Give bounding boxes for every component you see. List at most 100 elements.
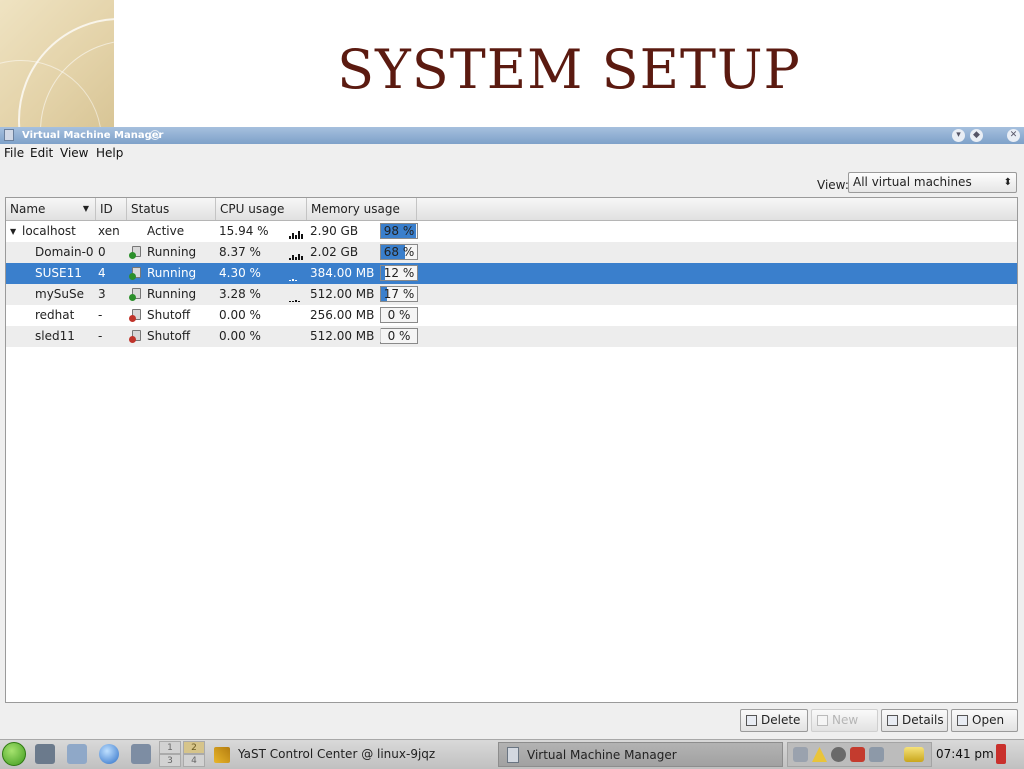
select-arrows-icon: ⬍ (1003, 177, 1012, 188)
memory-bar: 17 % (380, 286, 418, 302)
vm-memory: 512.00 MB (310, 287, 375, 301)
running-status-icon (129, 246, 142, 259)
col-id-header[interactable]: ID (96, 198, 127, 220)
browser-icon[interactable] (99, 744, 119, 764)
slide-decoration (0, 0, 114, 127)
table-row[interactable]: Domain-0 0 Running 8.37 % 2.02 GB 68 % (6, 242, 1017, 263)
memory-bar: 0 % (380, 307, 418, 323)
vm-id: 3 (98, 287, 106, 301)
expander-icon[interactable]: ▼ (10, 221, 16, 242)
button-bar: Delete New Details Open (0, 709, 1024, 735)
menu-file[interactable]: File (4, 146, 24, 160)
delete-icon (746, 715, 757, 726)
vm-name: localhost (22, 224, 76, 238)
vmm-icon (507, 747, 519, 763)
sort-arrow-icon: ▼ (82, 204, 89, 213)
slide-title: SYSTEM SETUP (337, 38, 801, 101)
vm-id: xen (98, 224, 120, 238)
vm-memory: 256.00 MB (310, 308, 375, 322)
table-row[interactable]: ▼ localhost xen Active 15.94 % 2.90 GB 9… (6, 221, 1017, 242)
system-tray (787, 742, 932, 767)
cpu-graph (289, 245, 305, 260)
vm-status: Shutoff (147, 329, 191, 343)
volume-icon[interactable] (793, 747, 808, 762)
task-vmm[interactable]: Virtual Machine Manager (498, 742, 783, 767)
shutoff-status-icon (129, 309, 142, 322)
cpu-graph (289, 287, 305, 302)
power-icon[interactable] (904, 747, 924, 762)
maximize-icon[interactable]: ◆ (970, 129, 983, 142)
menu-edit[interactable]: Edit (30, 146, 53, 160)
devices-icon[interactable] (869, 747, 884, 762)
running-status-icon (129, 288, 142, 301)
new-button[interactable]: New (811, 709, 878, 732)
shutoff-status-icon (129, 330, 142, 343)
vm-cpu: 3.28 % (219, 287, 261, 301)
vm-status: Running (147, 266, 197, 280)
yast-icon (214, 747, 230, 763)
table-row[interactable]: sled11 - Shutoff 0.00 % 512.00 MB 0 % (6, 326, 1017, 347)
updater-icon[interactable] (850, 747, 865, 762)
vm-name: mySuSe (35, 287, 85, 301)
vm-cpu: 4.30 % (219, 266, 261, 280)
vm-id: - (98, 308, 103, 322)
view-select[interactable]: All virtual machines ⬍ (848, 172, 1017, 193)
menubar: File Edit View Help (0, 144, 1024, 162)
table-row-selected[interactable]: SUSE11 4 Running 4.30 % 384.00 MB 12 % (6, 263, 1017, 284)
sticky-icon[interactable] (150, 130, 160, 140)
desktop-3[interactable]: 3 (159, 754, 181, 767)
col-status-header[interactable]: Status (127, 198, 216, 220)
vm-list[interactable]: Name ▼ ID Status CPU usage Memory usage … (5, 197, 1018, 703)
col-name-label: Name (10, 202, 46, 216)
vm-status: Shutoff (147, 308, 191, 322)
desktop-pager: 1 2 3 4 (159, 740, 205, 768)
details-button[interactable]: Details (881, 709, 948, 732)
col-name-header[interactable]: Name ▼ (6, 198, 96, 220)
network-icon[interactable] (831, 747, 846, 762)
clock[interactable]: 07:41 pm (936, 740, 994, 769)
view-filter-row: View: All virtual machines ⬍ (0, 162, 1024, 202)
minimize-icon[interactable]: ▾ (952, 129, 965, 142)
col-cpu-header[interactable]: CPU usage (216, 198, 307, 220)
window-titlebar[interactable]: Virtual Machine Manager ▾ ◆ ✕ (0, 127, 1024, 144)
column-resize-line (380, 328, 381, 342)
table-row[interactable]: mySuSe 3 Running 3.28 % 512.00 MB 17 % (6, 284, 1017, 305)
menu-help[interactable]: Help (96, 146, 123, 160)
view-select-value: All virtual machines (853, 175, 972, 189)
start-menu-icon[interactable] (2, 742, 26, 766)
vmm-window: Virtual Machine Manager ▾ ◆ ✕ File Edit … (0, 127, 1024, 739)
delete-button[interactable]: Delete (740, 709, 808, 732)
vm-memory: 2.90 GB (310, 224, 359, 238)
cpu-graph (289, 224, 305, 239)
desktop-1[interactable]: 1 (159, 741, 181, 754)
vm-name: Domain-0 (35, 245, 94, 259)
vm-name: SUSE11 (35, 266, 82, 280)
desktop-2[interactable]: 2 (183, 741, 205, 754)
task-yast[interactable]: YaST Control Center @ linux-9jqz (212, 742, 482, 767)
details-icon (887, 715, 898, 726)
close-icon[interactable]: ✕ (1007, 129, 1020, 142)
vm-status: Active (147, 224, 185, 238)
running-status-icon (129, 267, 142, 280)
memory-bar: 68 % (380, 244, 418, 260)
vm-cpu: 8.37 % (219, 245, 261, 259)
vm-memory: 2.02 GB (310, 245, 359, 259)
window-title: Virtual Machine Manager (22, 130, 164, 141)
vm-list-header: Name ▼ ID Status CPU usage Memory usage (6, 198, 1017, 221)
vm-status: Running (147, 245, 197, 259)
app-icon (4, 129, 14, 141)
file-manager-icon[interactable] (35, 744, 55, 764)
vm-name: sled11 (35, 329, 75, 343)
desktop-4[interactable]: 4 (183, 754, 205, 767)
cpu-graph (289, 266, 305, 281)
vm-name: redhat (35, 308, 75, 322)
open-button[interactable]: Open (951, 709, 1018, 732)
table-row[interactable]: redhat - Shutoff 0.00 % 256.00 MB 0 % (6, 305, 1017, 326)
warning-icon[interactable] (812, 747, 827, 762)
vm-memory: 512.00 MB (310, 329, 375, 343)
menu-view[interactable]: View (60, 146, 88, 160)
document-icon[interactable] (67, 744, 87, 764)
lock-screen-icon[interactable] (996, 744, 1006, 764)
col-memory-header[interactable]: Memory usage (307, 198, 417, 220)
terminal-icon[interactable] (131, 744, 151, 764)
